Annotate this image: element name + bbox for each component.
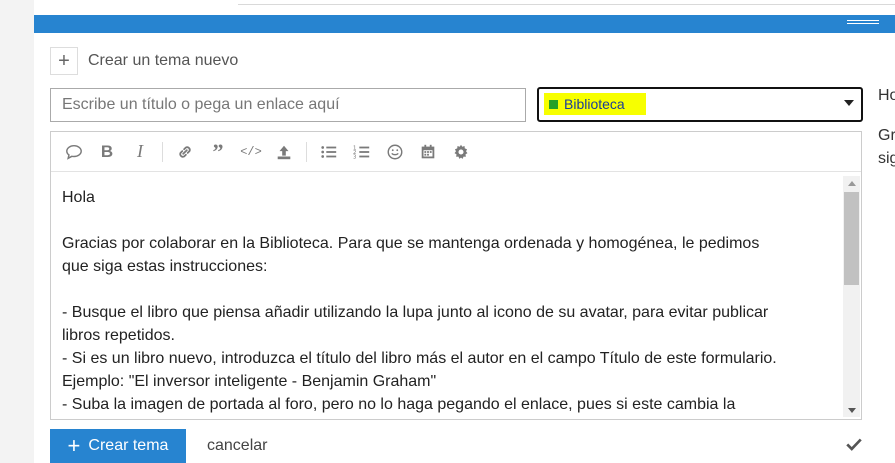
- editor-toolbar: B I ” </> 123: [51, 132, 861, 172]
- composer-panel: + Crear un tema nuevo Biblioteca B I ” <…: [34, 15, 895, 463]
- background-left: [0, 0, 34, 463]
- bullet-list-icon[interactable]: [318, 141, 340, 163]
- blockquote-icon[interactable]: ”: [207, 139, 229, 164]
- editor: B I ” </> 123 Hola Gracias por colaborar…: [50, 131, 862, 420]
- body-line: Hola: [62, 189, 95, 206]
- background-top: [34, 0, 895, 15]
- plus-icon[interactable]: +: [50, 47, 78, 75]
- resize-grip-icon[interactable]: [847, 20, 879, 27]
- body-line: Ejemplo: "El inversor inteligente - Benj…: [62, 373, 437, 390]
- scroll-down-arrow-icon[interactable]: [843, 403, 860, 417]
- body-line: que siga estas instrucciones:: [62, 258, 268, 275]
- toolbar-divider: [162, 141, 163, 162]
- body-line-gap: [62, 209, 826, 232]
- create-topic-button[interactable]: + Crear tema: [50, 429, 186, 463]
- emoji-icon[interactable]: [384, 141, 406, 163]
- quote-icon[interactable]: [63, 141, 85, 163]
- editor-textarea[interactable]: Hola Gracias por colaborar en la Bibliot…: [51, 172, 837, 419]
- scroll-up-arrow-icon[interactable]: [843, 176, 860, 190]
- composer-action-row: + Crear un tema nuevo: [50, 47, 238, 75]
- body-line: - Busque el libro que piensa añadir util…: [62, 304, 769, 321]
- body-line: libros repetidos.: [62, 327, 175, 344]
- title-input[interactable]: [50, 88, 526, 122]
- link-icon[interactable]: [174, 141, 196, 163]
- editor-scrollbar[interactable]: [843, 176, 860, 417]
- create-topic-label: Crear tema: [88, 437, 169, 454]
- background-divider: [238, 4, 895, 5]
- gear-icon[interactable]: [450, 141, 472, 163]
- code-icon[interactable]: </>: [240, 141, 262, 163]
- body-line-gap: [62, 278, 826, 301]
- preview-text: Ho: [878, 87, 895, 104]
- cancel-link[interactable]: cancelar: [207, 437, 267, 455]
- check-icon: [846, 438, 862, 451]
- toolbar-divider: [306, 141, 307, 162]
- italic-icon[interactable]: I: [129, 141, 151, 163]
- composer-title-bar[interactable]: [34, 15, 895, 33]
- preview-text: sig: [878, 150, 895, 167]
- caret-down-icon[interactable]: [844, 100, 854, 106]
- plus-icon: +: [67, 433, 81, 458]
- bold-icon[interactable]: B: [96, 141, 118, 163]
- category-select[interactable]: Biblioteca: [537, 87, 863, 122]
- body-line: Gracias por colaborar en la Biblioteca. …: [62, 235, 760, 252]
- category-highlight: Biblioteca: [544, 93, 646, 115]
- svg-text:3: 3: [353, 154, 356, 160]
- numbered-list-icon[interactable]: 123: [351, 141, 373, 163]
- body-line: - Si es un libro nuevo, introduzca el tí…: [62, 350, 777, 367]
- scrollbar-thumb[interactable]: [844, 192, 859, 285]
- body-line: - Suba la imagen de portada al foro, per…: [62, 396, 736, 413]
- calendar-icon[interactable]: [417, 141, 439, 163]
- composer-action-label[interactable]: Crear un tema nuevo: [88, 52, 238, 70]
- upload-icon[interactable]: [273, 141, 295, 163]
- category-color-swatch: [549, 99, 558, 109]
- preview-text: Gr: [878, 127, 895, 144]
- category-selected-label: Biblioteca: [564, 96, 625, 112]
